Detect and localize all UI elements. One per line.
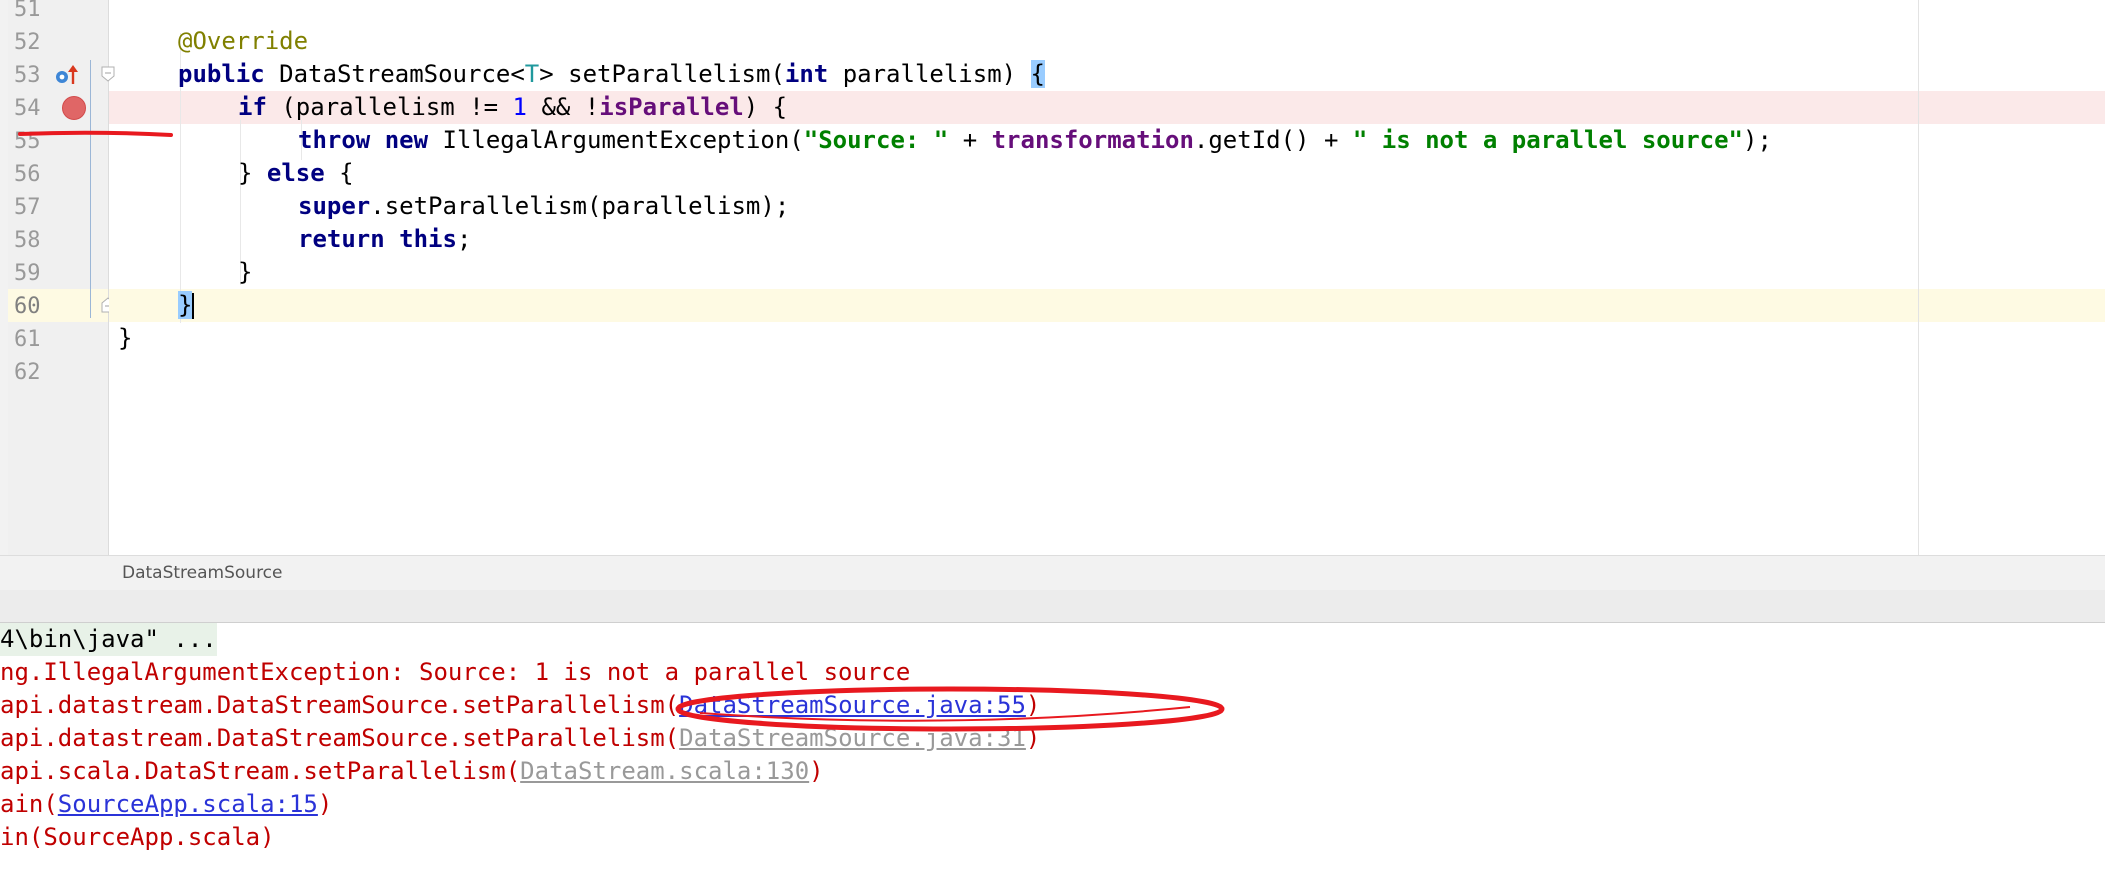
gutter-line-61[interactable]: 61 — [8, 322, 108, 355]
breadcrumb: DataStreamSource — [0, 555, 2105, 591]
line-number: 58 — [14, 228, 41, 253]
line-number: 54 — [14, 96, 41, 121]
line-gutter[interactable]: 51 52 53 54 55 56 57 58 59 60 61 62 — [8, 0, 173, 555]
annotation-ellipse — [675, 686, 1225, 732]
code-line-57[interactable]: super.setParallelism(parallelism); — [298, 190, 789, 223]
code-line-61[interactable]: } — [118, 322, 132, 355]
code-line-54[interactable]: if (parallelism != 1 && !isParallel) { — [238, 91, 787, 124]
code-line-60[interactable]: } — [178, 289, 195, 322]
code-line-52[interactable]: @Override — [178, 25, 308, 58]
right-margin-guide — [1918, 0, 1919, 555]
line-number: 52 — [14, 30, 41, 55]
gutter-line-60[interactable]: 60 — [8, 289, 108, 322]
line-number: 60 — [14, 294, 41, 319]
panel-separator[interactable] — [0, 590, 2105, 623]
gutter-line-51[interactable]: 51 — [8, 0, 108, 25]
line-number: 51 — [14, 0, 41, 22]
code-line-59[interactable]: } — [238, 256, 252, 289]
gutter-line-59[interactable]: 59 — [8, 256, 108, 289]
gutter-line-58[interactable]: 58 — [8, 223, 108, 256]
text-caret — [192, 293, 195, 319]
breakpoint-icon[interactable] — [61, 95, 87, 121]
gutter-line-56[interactable]: 56 — [8, 157, 108, 190]
code-line-58[interactable]: return this; — [298, 223, 471, 256]
console-line-stack-3: api.scala.DataStream.setParallelism(Data… — [0, 757, 824, 785]
gutter-line-62[interactable]: 62 — [8, 355, 108, 388]
gutter-line-54[interactable]: 54 — [8, 91, 108, 124]
console-line-command: 4\bin\java" ... — [0, 623, 217, 656]
gutter-line-57[interactable]: 57 — [8, 190, 108, 223]
console-line-stack-4: ain(SourceApp.scala:15) — [0, 790, 333, 818]
stack-link[interactable]: SourceApp.scala:15 — [58, 790, 318, 818]
line-number: 61 — [14, 327, 41, 352]
caret-line-highlight — [109, 289, 2105, 322]
breadcrumb-item[interactable]: DataStreamSource — [122, 563, 283, 583]
code-line-53[interactable]: public DataStreamSource<T> setParallelis… — [178, 58, 1045, 91]
method-scope-line — [90, 60, 91, 318]
line-number: 56 — [14, 162, 41, 187]
override-marker-icon[interactable] — [54, 64, 80, 86]
line-number: 57 — [14, 195, 41, 220]
stack-link[interactable]: DataStream.scala:130 — [520, 757, 809, 785]
run-console[interactable]: 4\bin\java" ... ng.IllegalArgumentExcept… — [0, 623, 2105, 891]
gutter-line-52[interactable]: 52 — [8, 25, 108, 58]
console-line-stack-5: in(SourceApp.scala) — [0, 823, 275, 851]
line-number: 62 — [14, 360, 41, 385]
code-area[interactable]: @Override public DataStreamSource<T> set… — [109, 0, 2105, 555]
gutter-line-53[interactable]: 53 — [8, 58, 108, 91]
code-editor[interactable]: 51 52 53 54 55 56 57 58 59 60 61 62 @Ove… — [0, 0, 2105, 555]
line-number: 53 — [14, 63, 41, 88]
code-line-55[interactable]: throw new IllegalArgumentException("Sour… — [298, 124, 1772, 157]
code-line-56[interactable]: } else { — [238, 157, 354, 190]
line-number: 59 — [14, 261, 41, 286]
